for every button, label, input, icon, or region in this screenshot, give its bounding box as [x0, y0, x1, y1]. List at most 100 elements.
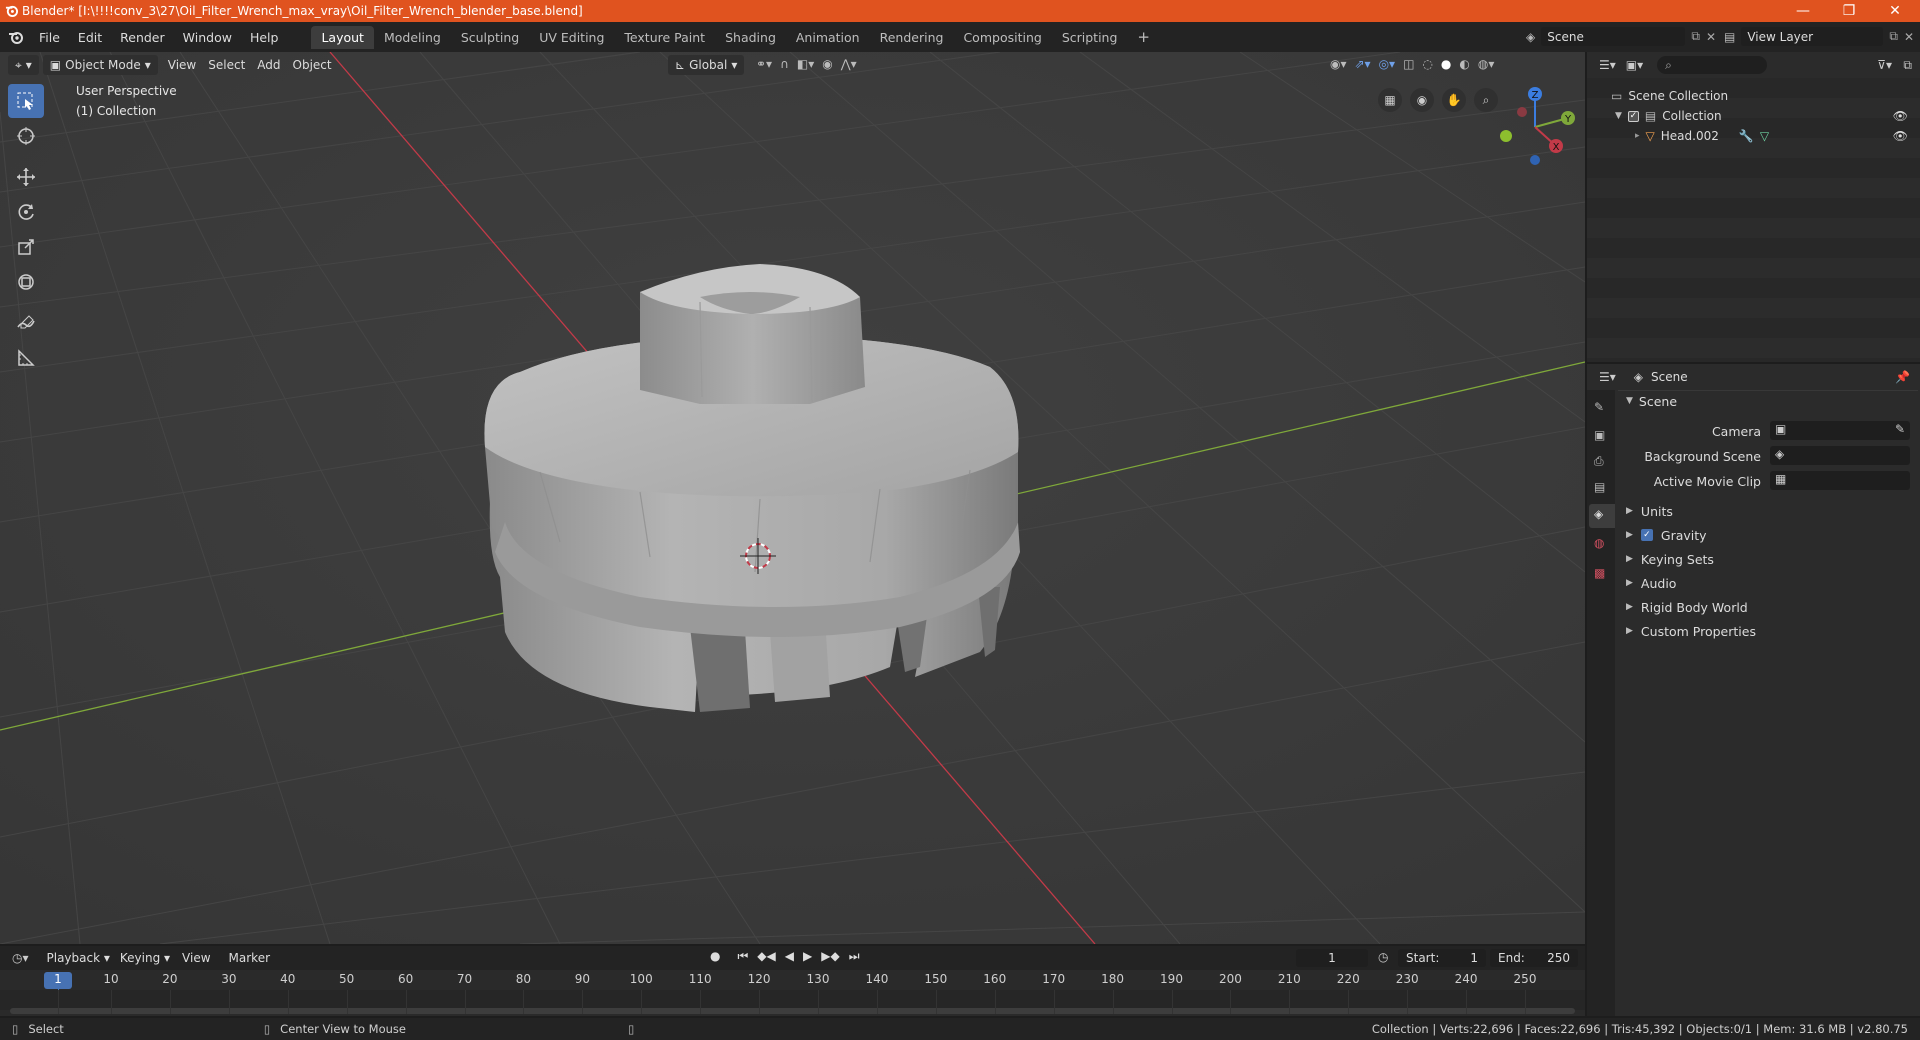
add-workspace-button[interactable]: + [1127, 24, 1160, 50]
rotate-tool[interactable] [8, 195, 44, 229]
tab-compositing[interactable]: Compositing [953, 26, 1051, 49]
close-window-button[interactable]: ✕ [1872, 0, 1918, 22]
view-layer-selector[interactable]: ▤ View Layer ⧉ ✕ [1724, 26, 1914, 47]
scene-selector[interactable]: ◈ Scene ⧉ ✕ [1526, 26, 1716, 47]
audio-section[interactable]: ▶ Audio [1618, 572, 1918, 594]
background-scene-field[interactable]: ◈ [1770, 446, 1910, 465]
menu-view[interactable]: View [162, 58, 202, 72]
start-frame-field[interactable]: Start: 1 [1398, 949, 1486, 967]
play-icon[interactable]: ▶ [803, 949, 812, 964]
scene-panel-header[interactable]: ▼ Scene [1618, 390, 1918, 412]
collapse-arrow-icon[interactable]: ▸ [1635, 131, 1640, 141]
render-tab-icon[interactable]: ▣ [1594, 428, 1605, 442]
world-tab-icon[interactable]: ◍ [1594, 536, 1604, 550]
solid-shading-icon[interactable]: ● [1441, 57, 1451, 71]
xray-icon[interactable]: ◫ [1403, 57, 1414, 71]
snap-magnet-icon[interactable]: ∩ [780, 57, 789, 71]
timeline-scrollbar[interactable] [10, 1008, 1575, 1014]
active-movie-clip-field[interactable]: ▦ [1770, 471, 1910, 490]
object-visibility-eye-icon[interactable]: 👁 [1893, 129, 1908, 143]
record-icon[interactable]: ● [710, 949, 720, 964]
view-layer-tab-icon[interactable]: ▤ [1594, 480, 1605, 494]
rigid-body-world-section[interactable]: ▶ Rigid Body World [1618, 596, 1918, 618]
units-section[interactable]: ▶ Units [1618, 500, 1918, 522]
gizmo-toggle-icon[interactable]: ⇗▾ [1355, 57, 1371, 71]
end-frame-field[interactable]: End: 250 [1490, 949, 1578, 967]
cursor-tool[interactable] [8, 119, 44, 153]
keying-sets-section[interactable]: ▶ Keying Sets [1618, 548, 1918, 570]
timeline-view-menu[interactable]: View [182, 951, 210, 965]
falloff-icon[interactable]: ⋀▾ [841, 57, 857, 71]
new-scene-icon[interactable]: ⧉ [1691, 29, 1700, 44]
marker-menu[interactable]: Marker [229, 951, 270, 965]
overlay-toggle-icon[interactable]: ◎▾ [1379, 57, 1396, 71]
filter-icon[interactable]: ⊽▾ [1877, 58, 1892, 72]
outliner-search-input[interactable]: ⌕ [1657, 56, 1768, 74]
3d-viewport[interactable]: ▦ ◉ ✋ ⌕ Z Y X [0, 52, 1585, 944]
camera-view-icon[interactable]: ◉ [1410, 88, 1434, 112]
menu-window[interactable]: Window [174, 30, 241, 45]
move-tool[interactable] [8, 160, 44, 194]
tab-modeling[interactable]: Modeling [374, 26, 451, 49]
maximize-button[interactable]: ❐ [1826, 0, 1872, 22]
new-collection-icon[interactable]: ⧉ [1903, 58, 1912, 73]
mode-selector[interactable]: ▣ Object Mode ▾ [42, 55, 158, 75]
next-keyframe-icon[interactable]: ▶◆ [821, 949, 839, 964]
transform-tool[interactable] [8, 265, 44, 299]
gravity-checkbox[interactable]: ✓ [1640, 529, 1653, 541]
wireframe-shading-icon[interactable]: ◌ [1422, 57, 1432, 71]
tab-rendering[interactable]: Rendering [870, 26, 954, 49]
tab-layout[interactable]: Layout [311, 25, 374, 49]
mesh-data-icon[interactable]: ▽ [1760, 129, 1769, 143]
texture-tab-icon[interactable]: ▩ [1594, 566, 1605, 580]
navigation-gizmo[interactable]: Z Y X [1490, 82, 1580, 172]
tool-settings-tab-icon[interactable]: ✎ [1594, 400, 1604, 414]
menu-help[interactable]: Help [241, 30, 288, 45]
tab-animation[interactable]: Animation [786, 26, 870, 49]
scale-tool[interactable] [8, 230, 44, 264]
prev-keyframe-icon[interactable]: ◆◀ [757, 949, 775, 964]
tab-uv-editing[interactable]: UV Editing [529, 26, 614, 49]
modifier-wrench-icon[interactable]: 🔧 [1739, 129, 1754, 143]
proportional-edit-icon[interactable]: ◉ [822, 57, 832, 71]
playback-menu[interactable]: Playback ▾ [47, 951, 110, 965]
visibility-icon[interactable]: ◉▾ [1330, 57, 1347, 71]
material-shading-icon[interactable]: ◐ [1459, 57, 1469, 71]
menu-edit[interactable]: Edit [69, 30, 111, 45]
tab-texture-paint[interactable]: Texture Paint [614, 26, 715, 49]
current-frame-field[interactable]: 1 [1296, 949, 1368, 967]
editor-type-button[interactable]: ⌖ ▾ [8, 55, 39, 75]
tab-sculpting[interactable]: Sculpting [451, 26, 529, 49]
minimize-button[interactable]: — [1780, 0, 1826, 22]
pin-icon[interactable]: 📌 [1895, 370, 1910, 384]
outliner-row-collection[interactable]: ▼ ✓ ▤ Collection 👁 [1587, 106, 1920, 126]
properties-editor-type-icon[interactable]: ☰▾ [1599, 370, 1616, 384]
timeline-editor-type-icon[interactable]: ◷▾ [12, 951, 29, 965]
outliner-editor-type-icon[interactable]: ☰▾ [1599, 58, 1616, 72]
display-mode-icon[interactable]: ▣▾ [1626, 58, 1643, 72]
menu-select[interactable]: Select [202, 58, 251, 72]
pan-hand-icon[interactable]: ✋ [1442, 88, 1466, 112]
camera-field[interactable]: ▣ ✎ [1770, 421, 1910, 440]
snap-target-icon[interactable]: ◧▾ [797, 57, 814, 71]
jump-start-icon[interactable]: ⏮ [737, 949, 748, 964]
menu-add[interactable]: Add [251, 58, 286, 72]
menu-object[interactable]: Object [287, 58, 338, 72]
scene-tab-icon[interactable]: ◈ [1589, 504, 1615, 528]
expand-arrow-icon[interactable]: ▼ [1615, 111, 1622, 121]
collection-visibility-eye-icon[interactable]: 👁 [1893, 109, 1908, 123]
outliner-row-scene-collection[interactable]: ▭ Scene Collection [1587, 86, 1920, 106]
jump-end-icon[interactable]: ⏭ [849, 949, 860, 964]
pivot-icon[interactable]: ⚭▾ [756, 57, 772, 71]
eyedropper-icon[interactable]: ✎ [1895, 422, 1905, 436]
delete-view-layer-icon[interactable]: ✕ [1904, 30, 1914, 44]
gravity-section[interactable]: ▶ ✓ Gravity [1618, 524, 1918, 546]
transform-orientation-selector[interactable]: ⊾ Global ▾ [668, 55, 745, 75]
blender-menu-icon[interactable] [8, 29, 24, 45]
menu-render[interactable]: Render [111, 30, 174, 45]
tab-scripting[interactable]: Scripting [1052, 26, 1128, 49]
delete-scene-icon[interactable]: ✕ [1706, 30, 1716, 44]
keying-menu[interactable]: Keying ▾ [120, 951, 170, 965]
custom-properties-section[interactable]: ▶ Custom Properties [1618, 620, 1918, 642]
annotate-tool[interactable] [8, 306, 44, 340]
